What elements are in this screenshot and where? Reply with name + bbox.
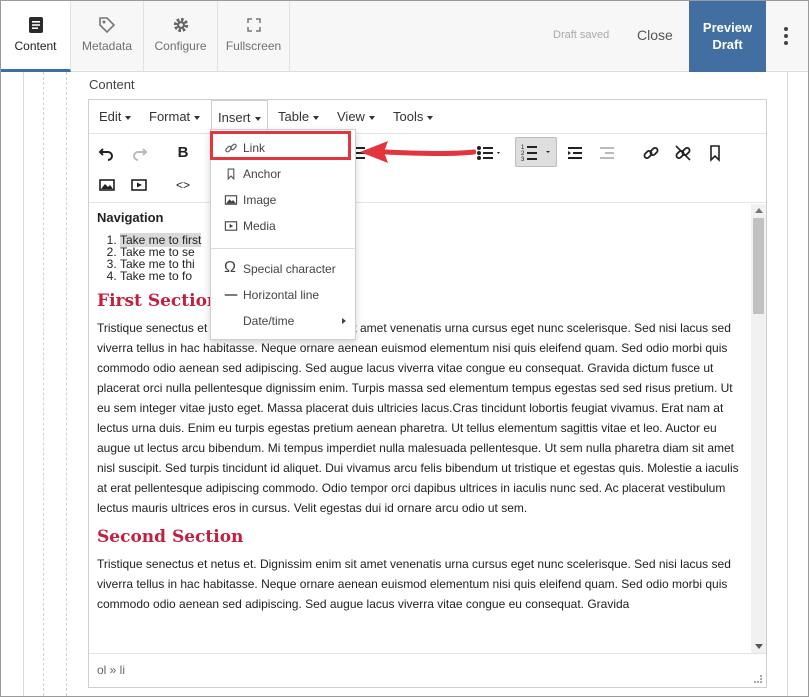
element-path: ol » li xyxy=(89,653,766,687)
menu-edit[interactable]: Edit xyxy=(99,109,132,124)
nav-heading: Navigation xyxy=(97,210,164,225)
tag-icon xyxy=(99,17,116,34)
numbered-list-icon[interactable]: 123 xyxy=(515,137,557,167)
image-icon[interactable] xyxy=(97,175,117,195)
menu-label: Edit xyxy=(99,109,122,124)
menu-item-label: Special character xyxy=(243,262,336,276)
menu-label: Format xyxy=(149,109,191,124)
bullet-list-icon[interactable] xyxy=(475,143,500,163)
annotation-arrow-icon xyxy=(360,141,476,163)
preview-draft-button[interactable]: Preview Draft xyxy=(689,1,766,72)
menu-label: Insert xyxy=(218,110,251,125)
editor-menubar: Edit Format Insert Table View Tools xyxy=(89,100,766,134)
tab-label: Fullscreen xyxy=(225,39,282,53)
menu-format[interactable]: Format xyxy=(149,109,201,124)
outdent-icon[interactable] xyxy=(565,143,585,163)
draft-status: Draft saved xyxy=(553,29,610,41)
scroll-up-icon[interactable] xyxy=(755,208,763,213)
menu-separator xyxy=(211,248,355,249)
tab-label: Content xyxy=(14,39,57,53)
document-scrollbar[interactable] xyxy=(751,204,766,653)
omega-icon: Ω xyxy=(224,259,236,276)
document-body[interactable]: Navigation Take me to first Take me to s… xyxy=(89,204,751,653)
menu-table[interactable]: Table xyxy=(278,109,320,124)
menu-label: Table xyxy=(278,109,310,124)
bold-icon[interactable]: B xyxy=(173,143,193,163)
preview-label: Draft xyxy=(712,37,743,52)
menu-item-date-time[interactable]: Date/time xyxy=(211,309,355,333)
menu-label: View xyxy=(337,109,365,124)
insert-menu-dropdown: Link Anchor Image Media Ω Special charac… xyxy=(210,129,356,340)
menu-item-label: Horizontal line xyxy=(243,288,320,302)
menu-item-horizontal-line[interactable]: Horizontal line xyxy=(211,283,355,307)
fullscreen-icon xyxy=(246,18,261,32)
source-code-icon[interactable]: <> xyxy=(173,175,193,195)
page-guide xyxy=(23,72,24,696)
paragraph: Tristique senectus et netus et. Dignissi… xyxy=(97,557,731,611)
image-icon xyxy=(224,195,238,205)
tab-label: Metadata xyxy=(81,39,133,53)
section-heading: First Section xyxy=(97,291,220,311)
hr-icon xyxy=(224,294,238,296)
document-icon xyxy=(28,17,43,33)
menu-item-image[interactable]: Image xyxy=(211,188,355,212)
indent-icon[interactable] xyxy=(597,143,617,163)
chevron-right-icon xyxy=(342,318,346,324)
page-guide xyxy=(66,72,67,696)
tab-configure[interactable]: Configure xyxy=(144,1,218,71)
menu-item-label: Media xyxy=(243,219,276,233)
preview-label: Preview xyxy=(702,20,753,35)
menu-item-special-character[interactable]: Ω Special character xyxy=(211,257,355,281)
menu-item-media[interactable]: Media xyxy=(211,214,355,238)
scroll-down-icon[interactable] xyxy=(755,644,763,649)
section-heading: Second Section xyxy=(97,527,244,547)
redo-icon[interactable] xyxy=(129,143,149,163)
bookmark-icon xyxy=(227,168,235,181)
menu-tools[interactable]: Tools xyxy=(393,109,434,124)
tab-content[interactable]: Content xyxy=(1,1,71,72)
page-guide xyxy=(43,72,44,696)
nav-item-text: Take me to fo xyxy=(120,269,193,283)
rich-text-editor: Edit Format Insert Table View Tools B 12… xyxy=(88,99,767,688)
unlink-icon[interactable] xyxy=(673,143,693,163)
link-icon[interactable] xyxy=(641,143,661,163)
more-options-icon[interactable] xyxy=(779,25,793,47)
tab-label: Configure xyxy=(154,39,207,53)
bookmark-icon[interactable] xyxy=(705,143,725,163)
menu-item-label: Date/time xyxy=(243,314,295,328)
field-label: Content xyxy=(89,77,135,92)
scroll-thumb[interactable] xyxy=(753,218,764,314)
menu-item-label: Image xyxy=(243,193,277,207)
menu-view[interactable]: View xyxy=(337,109,375,124)
menu-item-label: Anchor xyxy=(243,167,282,181)
undo-icon[interactable] xyxy=(97,143,117,163)
menu-label: Tools xyxy=(393,109,424,124)
editor-window: Content Metadata Configure Fullscreen Dr… xyxy=(0,0,809,697)
paragraph: Tristique senectus et netus et. Dignissi… xyxy=(97,321,739,515)
element-path-text[interactable]: ol » li xyxy=(97,663,125,677)
media-icon[interactable] xyxy=(129,175,149,195)
menu-item-anchor[interactable]: Anchor xyxy=(211,162,355,186)
close-button[interactable]: Close xyxy=(637,27,673,43)
page-guide xyxy=(787,72,788,696)
tab-fullscreen[interactable]: Fullscreen xyxy=(218,1,290,71)
top-toolbar: Content Metadata Configure Fullscreen Dr… xyxy=(1,1,808,72)
media-icon xyxy=(224,221,238,231)
svg-text:3: 3 xyxy=(521,157,525,163)
resize-handle-icon[interactable] xyxy=(754,675,762,683)
gear-icon xyxy=(173,17,188,33)
annotation-highlight xyxy=(210,131,351,160)
tab-metadata[interactable]: Metadata xyxy=(71,1,144,71)
